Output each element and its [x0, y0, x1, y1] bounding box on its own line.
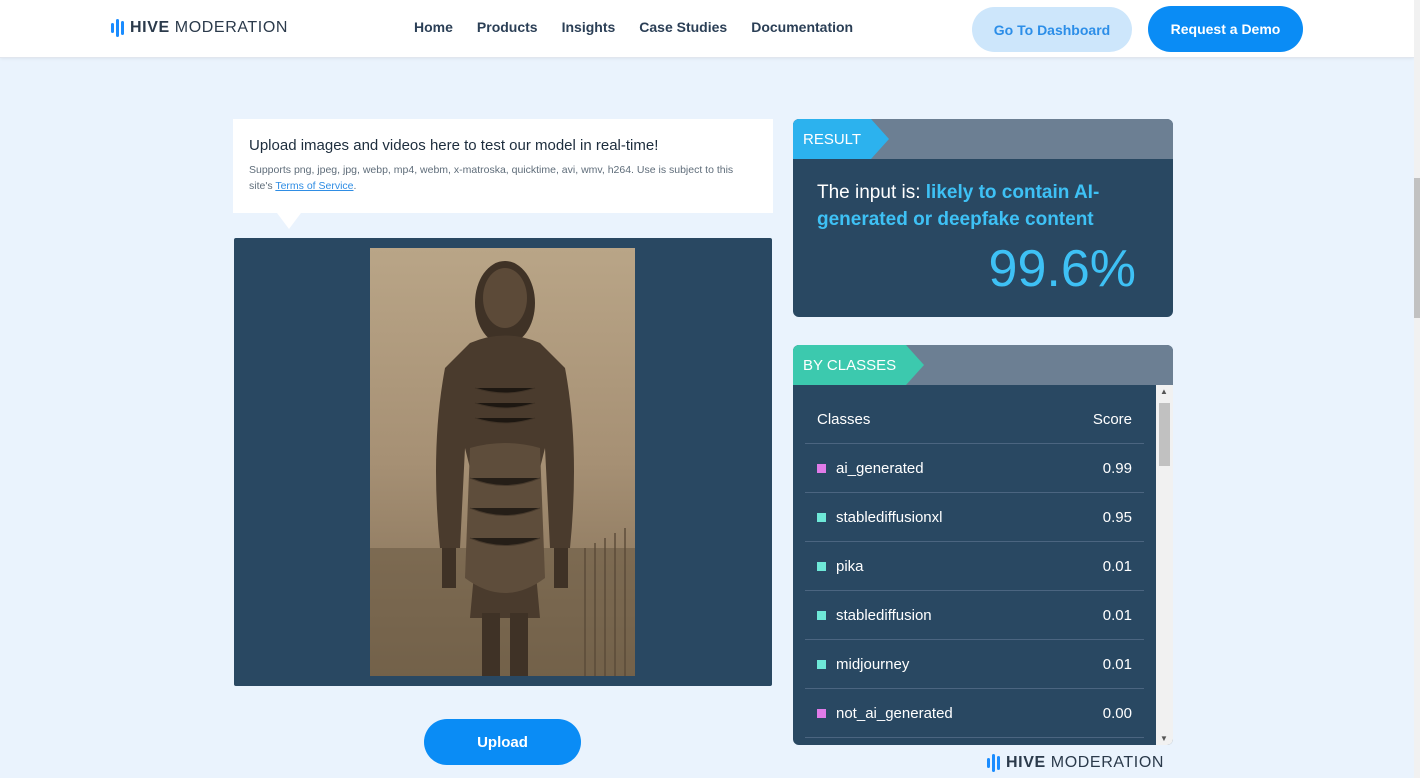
table-row: midjourney 0.01 — [805, 640, 1144, 689]
main-nav: Home Products Insights Case Studies Docu… — [414, 19, 853, 35]
window-scrollbar-thumb[interactable] — [1414, 178, 1420, 318]
logo-text: HIVE MODERATION — [1006, 754, 1165, 771]
class-score: 0.95 — [1102, 508, 1132, 526]
logo-bars-icon — [111, 19, 124, 37]
col-score: Score — [1092, 410, 1132, 428]
classes-scrollbar-thumb[interactable] — [1159, 403, 1170, 466]
class-swatch — [817, 512, 826, 522]
by-classes-label: BY CLASSES — [793, 345, 925, 385]
classes-table: Classes Score ai_generated 0.99 stabledi… — [805, 395, 1144, 738]
upload-info-card: Upload images and videos here to test ou… — [233, 119, 773, 229]
table-row: pika 0.01 — [805, 542, 1144, 591]
table-row: stablediffusionxl 0.95 — [805, 493, 1144, 542]
verdict-prefix: The input is: — [817, 182, 926, 203]
upload-button[interactable]: Upload — [424, 719, 581, 765]
by-classes-header: BY CLASSES — [793, 345, 1173, 385]
class-score: 0.00 — [1102, 704, 1132, 722]
class-score: 0.99 — [1102, 459, 1132, 477]
scroll-down-arrow-icon[interactable]: ▼ — [1160, 734, 1168, 743]
col-classes: Classes — [817, 410, 871, 428]
nav-case-studies[interactable]: Case Studies — [639, 19, 727, 35]
class-name: stablediffusion — [836, 606, 932, 624]
class-name: not_ai_generated — [836, 704, 953, 722]
hive-logo[interactable]: HIVE MODERATION — [111, 19, 288, 37]
class-name: midjourney — [836, 655, 910, 673]
class-swatch — [817, 463, 826, 473]
class-name: stablediffusionxl — [836, 508, 943, 526]
class-score: 0.01 — [1102, 606, 1132, 624]
classes-scrollbar[interactable]: ▲ ▼ — [1156, 385, 1173, 745]
table-row: not_ai_generated 0.00 — [805, 689, 1144, 738]
class-swatch — [817, 708, 826, 718]
upload-info-description: Supports png, jpeg, jpg, webp, mp4, webm… — [249, 164, 734, 192]
window-scrollbar[interactable] — [1414, 0, 1420, 778]
upload-info-title: Upload images and videos here to test ou… — [249, 137, 659, 154]
request-demo-button[interactable]: Request a Demo — [1148, 6, 1303, 52]
logo-bars-icon — [987, 754, 1000, 772]
table-row: ai_generated 0.99 — [805, 444, 1144, 493]
nav-home[interactable]: Home — [414, 19, 453, 35]
nav-products[interactable]: Products — [477, 19, 538, 35]
class-swatch — [817, 561, 826, 571]
table-header: Classes Score — [805, 395, 1144, 444]
class-score: 0.01 — [1102, 655, 1132, 673]
uploaded-image — [370, 248, 635, 676]
media-preview — [234, 238, 772, 686]
result-header: RESULT — [793, 119, 1173, 159]
result-percentage: 99.6% — [988, 240, 1136, 298]
logo-text: HIVE MODERATION — [130, 19, 289, 36]
class-score: 0.01 — [1102, 557, 1132, 575]
nav-documentation[interactable]: Documentation — [751, 19, 853, 35]
class-name: pika — [836, 557, 864, 575]
top-navbar: HIVE MODERATION Home Products Insights C… — [0, 0, 1414, 58]
result-verdict: The input is: likely to contain AI-gener… — [817, 179, 1147, 233]
result-panel: RESULT The input is: likely to contain A… — [793, 119, 1173, 317]
result-label: RESULT — [793, 119, 890, 159]
nav-insights[interactable]: Insights — [562, 19, 616, 35]
class-swatch — [817, 659, 826, 669]
table-row: stablediffusion 0.01 — [805, 591, 1144, 640]
by-classes-panel: BY CLASSES Classes Score ai_generated 0.… — [793, 345, 1173, 745]
go-to-dashboard-button[interactable]: Go To Dashboard — [972, 7, 1132, 52]
hive-logo-footer: HIVE MODERATION — [987, 754, 1164, 772]
class-swatch — [817, 610, 826, 620]
terms-of-service-link[interactable]: Terms of Service — [275, 180, 353, 192]
class-name: ai_generated — [836, 459, 924, 477]
scroll-up-arrow-icon[interactable]: ▲ — [1160, 387, 1168, 396]
